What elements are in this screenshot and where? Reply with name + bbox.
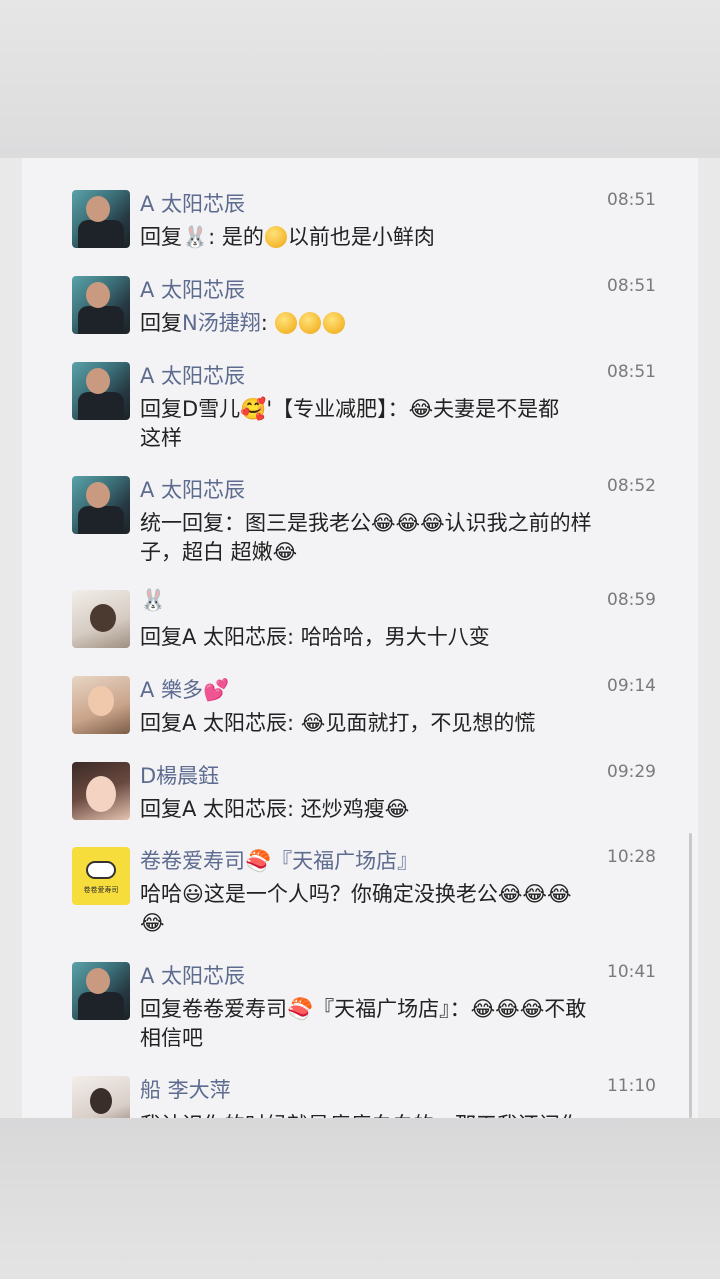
avatar[interactable] [72, 762, 130, 820]
avatar[interactable]: 卷卷爱寿司 [72, 847, 130, 905]
message-time: 11:10 [607, 1076, 656, 1096]
message-text: 我认识你的时候就是瘦瘦白白的，那天我还问你... [140, 1109, 670, 1118]
video-top-band [0, 0, 720, 158]
message-time: 08:51 [607, 190, 656, 210]
message-text: 回复A 太阳芯辰: 😂见面就打，不见想的慌 [140, 711, 536, 735]
sender-name[interactable]: A 太阳芯辰 [140, 274, 245, 304]
sad-emoji-icon [323, 312, 346, 334]
message-text: 回复卷卷爱寿司🍣『天福广场店』：😂😂😂不敢 相信吧 [140, 997, 587, 1050]
message-time: 10:41 [607, 962, 656, 982]
avatar[interactable] [72, 1076, 130, 1118]
message-time: 08:51 [607, 362, 656, 382]
avatar[interactable] [72, 476, 130, 534]
message-text: 统一回复：图三是我老公😂😂😂认识我之前的样 子，超白 超嫩😂 [140, 511, 592, 564]
avatar[interactable] [72, 190, 130, 248]
video-bottom-band [0, 1118, 720, 1279]
sender-name[interactable]: A 樂多💕 [140, 674, 229, 704]
sender-name[interactable]: 🐰 [140, 588, 166, 613]
message-text: 回复🐰: 是的 以前也是小鲜肉 [140, 225, 435, 249]
scrollbar[interactable] [689, 833, 692, 1118]
message-text: 回复A 太阳芯辰: 哈哈哈，男大十八变 [140, 625, 490, 649]
message-text: 回复N汤捷翔: [140, 309, 670, 338]
sad-emoji-icon [275, 312, 298, 334]
sender-name[interactable]: A 太阳芯辰 [140, 188, 245, 218]
message-time: 08:52 [607, 476, 656, 496]
avatar[interactable] [72, 962, 130, 1020]
message-text: 回复D雪儿🥰'【专业减肥】：😂夫妻是不是都 这样 [140, 397, 560, 450]
avatar[interactable] [72, 362, 130, 420]
sad-emoji-icon [299, 312, 322, 334]
message-time: 08:59 [607, 590, 656, 610]
chat-panel[interactable]: A 太阳芯辰 08:51 回复🐰: 是的 以前也是小鲜肉 A 太阳芯辰 08:51… [22, 158, 698, 1118]
partial-message-strip [72, 158, 672, 162]
sender-name[interactable]: 船 李大萍 [140, 1074, 231, 1104]
sender-name[interactable]: A 太阳芯辰 [140, 960, 245, 990]
sushi-logo-icon [86, 861, 116, 879]
message-time: 10:28 [607, 847, 656, 867]
avatar[interactable] [72, 590, 130, 648]
message-time: 09:14 [607, 676, 656, 696]
sender-name[interactable]: A 太阳芯辰 [140, 360, 245, 390]
message-time: 08:51 [607, 276, 656, 296]
sender-name[interactable]: A 太阳芯辰 [140, 474, 245, 504]
avatar[interactable] [72, 676, 130, 734]
message-time: 09:29 [607, 762, 656, 782]
avatar[interactable] [72, 276, 130, 334]
message-text: 回复A 太阳芯辰: 还炒鸡瘦😂 [140, 797, 410, 821]
avatar-logo-text: 卷卷爱寿司 [83, 886, 119, 894]
message-text: 哈哈😃这是一个人吗？你确定没换老公😂😂😂 😂 [140, 882, 572, 935]
laugh-cry-emoji-icon [264, 226, 287, 248]
sender-name[interactable]: 卷卷爱寿司🍣『天福广场店』 [140, 845, 418, 875]
sender-name[interactable]: D楊晨鈺 [140, 760, 219, 790]
